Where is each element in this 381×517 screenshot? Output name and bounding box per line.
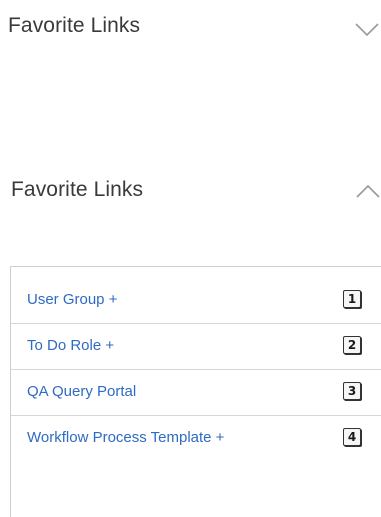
list-item: Workflow Process Template + 4 <box>11 416 381 462</box>
favorite-link-user-group[interactable]: User Group + <box>27 291 117 308</box>
list-item: User Group + 1 <box>11 278 381 324</box>
favorite-links-header-collapsed[interactable]: Favorite Links <box>0 8 381 48</box>
list-item: QA Query Portal 3 <box>11 370 381 416</box>
panel-title: Favorite Links <box>8 14 141 37</box>
panel-title: Favorite Links <box>11 178 144 201</box>
list-item: To Do Role + 2 <box>11 324 381 370</box>
keyboard-shortcut-badge: 2 <box>343 336 361 354</box>
chevron-down-icon[interactable] <box>354 20 380 38</box>
chevron-up-icon[interactable] <box>355 182 381 200</box>
favorite-link-qa-query-portal[interactable]: QA Query Portal <box>27 383 136 400</box>
favorite-link-workflow-process-template[interactable]: Workflow Process Template + <box>27 429 224 446</box>
favorite-link-to-do-role[interactable]: To Do Role + <box>27 337 114 354</box>
keyboard-shortcut-badge: 1 <box>343 290 361 308</box>
keyboard-shortcut-badge: 4 <box>343 428 361 446</box>
favorite-links-list: User Group + 1 To Do Role + 2 QA Query P… <box>10 266 381 517</box>
favorite-links-header-expanded[interactable]: Favorite Links <box>0 170 381 210</box>
keyboard-shortcut-badge: 3 <box>343 382 361 400</box>
